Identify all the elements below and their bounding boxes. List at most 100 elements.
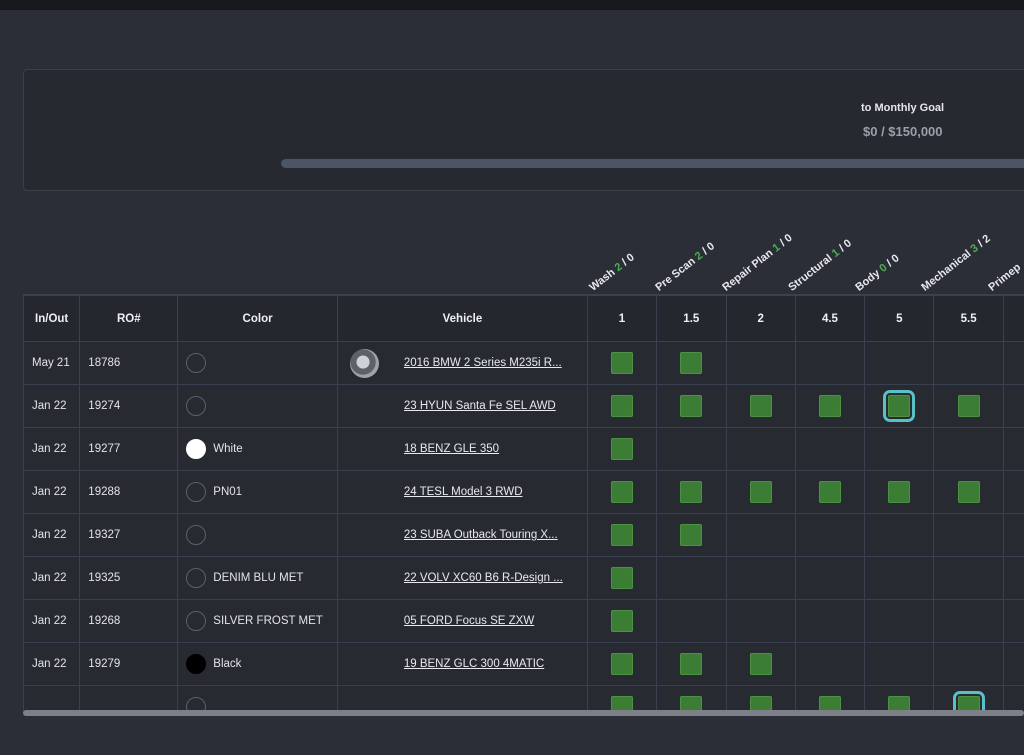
stage-cell[interactable] — [655, 599, 727, 643]
stage-complete-marker[interactable] — [818, 481, 841, 503]
table-row[interactable]: Jan 22 19279 Black 19 BENZ GLC 300 4MATIC — [23, 642, 1024, 686]
stage-cell[interactable] — [864, 513, 935, 557]
col-header-stage-4[interactable]: 5 — [864, 295, 935, 342]
stage-complete-marker[interactable] — [610, 481, 633, 503]
stage-complete-marker[interactable] — [749, 395, 772, 417]
stage-cell[interactable] — [1003, 513, 1024, 557]
stage-cell[interactable] — [933, 556, 1005, 600]
ro-number[interactable]: 18786 — [79, 341, 179, 385]
stage-complete-marker[interactable] — [749, 653, 772, 675]
stage-cell[interactable] — [725, 341, 796, 385]
stage-cell[interactable] — [864, 341, 935, 385]
stage-cell[interactable] — [933, 427, 1005, 471]
stage-cell[interactable] — [933, 599, 1005, 643]
table-row[interactable]: Jan 22 19288 PN01 24 TESL Model 3 RWD — [23, 470, 1024, 514]
stage-cell[interactable] — [933, 341, 1005, 385]
stage-cell[interactable] — [864, 599, 935, 643]
stage-cell[interactable] — [794, 599, 866, 643]
stage-complete-marker[interactable] — [957, 481, 980, 503]
stage-cell[interactable] — [794, 685, 866, 713]
stage-cell[interactable] — [1003, 556, 1024, 600]
col-header-vehicle[interactable]: Vehicle — [336, 295, 589, 342]
vehicle-link[interactable]: 23 HYUN Santa Fe SEL AWD — [404, 400, 570, 412]
stage-cell[interactable] — [725, 470, 796, 514]
stage-cell[interactable] — [1003, 470, 1024, 514]
stage-cell[interactable] — [655, 470, 727, 514]
ro-number[interactable]: 19325 — [79, 556, 179, 600]
vehicle-photo[interactable] — [349, 348, 379, 378]
stage-cell[interactable] — [864, 470, 935, 514]
stage-cell[interactable] — [725, 642, 796, 686]
vehicle-link[interactable]: 18 BENZ GLE 350 — [404, 443, 570, 455]
table-row[interactable]: Jan 22 19327 23 SUBA Outback Touring X... — [23, 513, 1024, 557]
stage-complete-marker[interactable] — [610, 438, 633, 460]
stage-cell[interactable] — [587, 642, 657, 686]
stage-cell[interactable] — [864, 427, 935, 471]
stage-cell[interactable] — [587, 470, 657, 514]
stage-cell[interactable] — [655, 341, 727, 385]
ro-number[interactable]: 19288 — [79, 470, 179, 514]
stage-cell[interactable] — [794, 513, 866, 557]
stage-complete-marker[interactable] — [680, 352, 703, 374]
vehicle-link[interactable]: 22 VOLV XC60 B6 R-Design ... — [404, 572, 570, 584]
stage-complete-marker[interactable] — [680, 395, 703, 417]
stage-cell[interactable] — [864, 384, 935, 428]
stage-cell[interactable] — [864, 642, 935, 686]
stage-cell[interactable] — [933, 642, 1005, 686]
stage-cell[interactable] — [587, 556, 657, 600]
stage-complete-marker[interactable] — [610, 653, 633, 675]
stage-cell[interactable] — [1003, 599, 1024, 643]
col-header-ro[interactable]: RO# — [79, 295, 179, 342]
vehicle-link[interactable]: 23 SUBA Outback Touring X... — [404, 529, 570, 541]
stage-cell[interactable] — [933, 470, 1005, 514]
stage-cell[interactable] — [655, 427, 727, 471]
stage-cell[interactable] — [1003, 384, 1024, 428]
stage-cell[interactable] — [587, 599, 657, 643]
ro-number[interactable]: 19274 — [79, 384, 179, 428]
stage-cell[interactable] — [655, 513, 727, 557]
stage-complete-marker[interactable] — [749, 481, 772, 503]
stage-cell[interactable] — [725, 556, 796, 600]
stage-cell[interactable] — [864, 556, 935, 600]
stage-complete-marker[interactable] — [680, 524, 703, 546]
stage-cell[interactable] — [864, 685, 935, 713]
stage-cell[interactable] — [587, 513, 657, 557]
col-header-color[interactable]: Color — [177, 295, 338, 342]
stage-cell[interactable] — [933, 685, 1005, 713]
stage-cell[interactable] — [725, 513, 796, 557]
stage-cell[interactable] — [794, 556, 866, 600]
stage-cell[interactable] — [794, 341, 866, 385]
stage-cell[interactable] — [587, 384, 657, 428]
stage-complete-marker[interactable] — [610, 567, 633, 589]
vehicle-link[interactable]: 19 BENZ GLC 300 4MATIC — [404, 658, 570, 670]
stage-cell[interactable] — [655, 642, 727, 686]
stage-complete-marker[interactable] — [610, 395, 633, 417]
stage-cell[interactable] — [794, 427, 866, 471]
horizontal-scrollbar[interactable] — [23, 710, 1024, 716]
col-header-stage-0[interactable]: 1 — [587, 295, 657, 342]
stage-cell[interactable] — [1003, 427, 1024, 471]
table-row[interactable] — [23, 685, 1024, 713]
ro-number[interactable] — [79, 685, 179, 713]
ro-number[interactable]: 19327 — [79, 513, 179, 557]
stage-cell[interactable] — [587, 427, 657, 471]
stage-cell[interactable] — [1003, 642, 1024, 686]
table-row[interactable]: May 21 18786 2016 BMW 2 Series M235i R... — [23, 341, 1024, 385]
col-header-stage-1[interactable]: 1.5 — [655, 295, 727, 342]
stage-cell[interactable] — [933, 384, 1005, 428]
stage-cell[interactable] — [794, 642, 866, 686]
stage-cell[interactable] — [933, 513, 1005, 557]
stage-cell[interactable] — [587, 341, 657, 385]
stage-complete-marker[interactable] — [680, 481, 703, 503]
stage-cell[interactable] — [1003, 685, 1024, 713]
table-row[interactable]: Jan 22 19325 DENIM BLU MET 22 VOLV XC60 B6 … — [23, 556, 1024, 600]
stage-cell[interactable] — [794, 384, 866, 428]
stage-complete-marker[interactable] — [957, 395, 980, 417]
col-header-stage-6[interactable]: 6 — [1003, 295, 1024, 342]
vehicle-link[interactable]: 24 TESL Model 3 RWD — [404, 486, 570, 498]
table-row[interactable]: Jan 22 19268 SILVER FROST MET 05 FORD Focus… — [23, 599, 1024, 643]
stage-complete-marker[interactable] — [610, 352, 633, 374]
stage-cell[interactable] — [725, 685, 796, 713]
stage-current-marker[interactable] — [883, 390, 916, 422]
col-header-stage-5[interactable]: 5.5 — [933, 295, 1005, 342]
